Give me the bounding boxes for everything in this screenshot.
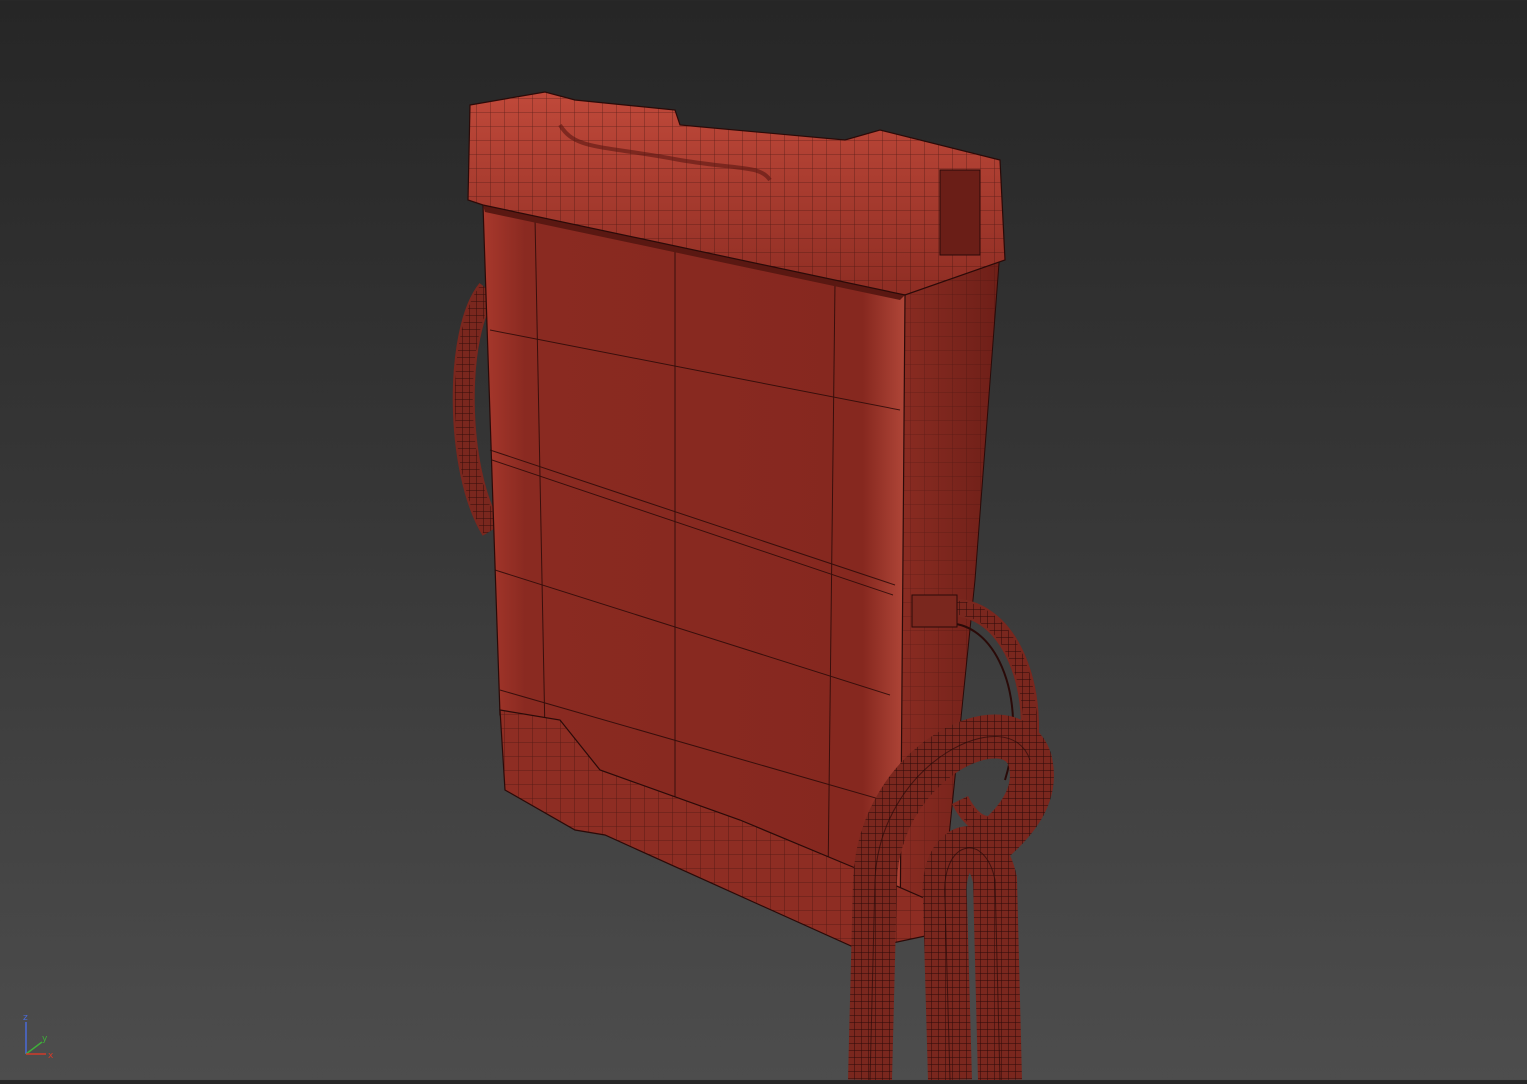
- y-axis-line: [25, 1041, 43, 1055]
- 3d-viewport[interactable]: [0, 0, 1527, 1081]
- big-hose-2: [922, 826, 1022, 1081]
- y-axis-label: y: [42, 1034, 48, 1044]
- wireframe-model: [452, 91, 1054, 1081]
- x-axis-label: x: [48, 1051, 54, 1061]
- z-axis-label: z: [23, 1013, 28, 1023]
- axis-gizmo: z y x: [14, 1008, 62, 1064]
